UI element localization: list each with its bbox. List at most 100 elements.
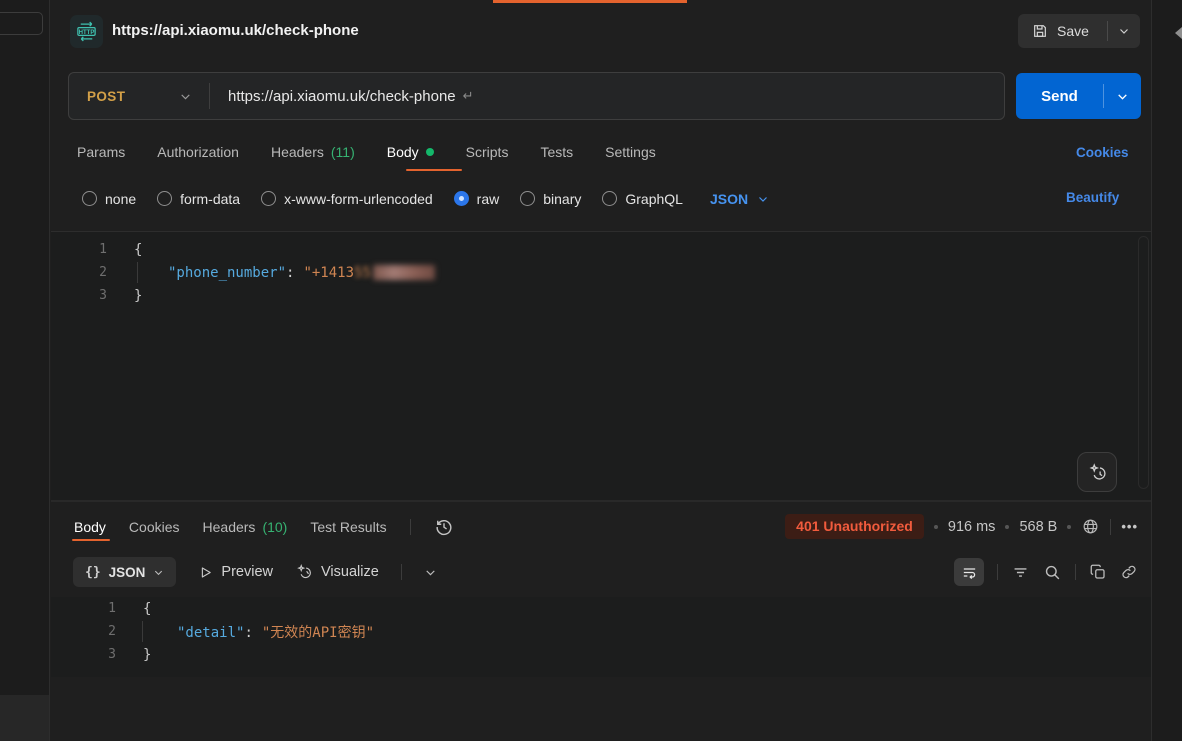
editor-scrollbar[interactable] — [1138, 236, 1149, 489]
response-history-button[interactable] — [434, 517, 454, 537]
response-tab-body[interactable]: Body — [74, 519, 106, 535]
format-options-dropdown[interactable] — [424, 566, 437, 579]
save-button-group: Save — [1018, 14, 1140, 48]
separator-dot — [1067, 525, 1071, 529]
body-type-none[interactable]: none — [82, 191, 136, 207]
radio-none[interactable] — [82, 191, 97, 206]
response-tab-test-results-label: Test Results — [310, 519, 386, 535]
app-window: HTTP https://api.xiaomu.uk/check-phone S… — [0, 0, 1182, 741]
copy-icon — [1089, 563, 1107, 581]
postbot-button[interactable] — [1077, 452, 1117, 492]
request-response-divider[interactable] — [51, 500, 1151, 502]
beautify-link[interactable]: Beautify — [1066, 190, 1119, 205]
response-status-bar: 401 Unauthorized 916 ms 568 B ••• — [785, 513, 1138, 540]
tab-scripts[interactable]: Scripts — [466, 144, 509, 160]
history-clock-icon — [434, 517, 454, 537]
sidebar-footer — [0, 695, 49, 741]
response-tab-cookies[interactable]: Cookies — [129, 519, 180, 535]
search-button[interactable] — [1043, 563, 1062, 582]
toolbar-divider — [1075, 564, 1076, 580]
request-body-editor[interactable]: 1 { 2 "phone_number":"+141355 3 } — [51, 231, 1151, 500]
body-type-form-data[interactable]: form-data — [157, 191, 240, 207]
body-type-binary[interactable]: binary — [520, 191, 581, 207]
tab-tests-label: Tests — [540, 144, 573, 160]
line-number: 1 — [51, 242, 107, 257]
code-line: 3 } — [51, 643, 1151, 666]
line-number: 3 — [51, 647, 116, 662]
body-modified-dot — [426, 148, 434, 156]
radio-form-data[interactable] — [157, 191, 172, 206]
postbot-sparkle-icon — [1087, 462, 1108, 483]
body-type-graphql[interactable]: GraphQL — [602, 191, 683, 207]
tab-headers[interactable]: Headers (11) — [271, 144, 355, 160]
preview-label: Preview — [221, 564, 273, 580]
sidebar-partial-item — [0, 12, 43, 35]
response-format-selector[interactable]: {} JSON — [73, 557, 176, 587]
link-button[interactable] — [1120, 563, 1138, 581]
body-type-options: none form-data x-www-form-urlencoded raw… — [82, 189, 769, 208]
response-tab-headers[interactable]: Headers (10) — [203, 519, 288, 535]
send-button[interactable]: Send — [1016, 88, 1103, 105]
response-tab-test-results[interactable]: Test Results — [310, 519, 386, 535]
tab-body[interactable]: Body — [387, 144, 434, 160]
body-type-graphql-label: GraphQL — [625, 191, 683, 207]
response-body-viewer[interactable]: 1 { 2 "detail":"无效的API密钥" 3 } — [51, 597, 1151, 677]
active-tab-underline — [406, 169, 462, 171]
body-type-x-www-form-urlencoded[interactable]: x-www-form-urlencoded — [261, 191, 433, 207]
word-wrap-button[interactable] — [954, 558, 984, 586]
tab-settings[interactable]: Settings — [605, 144, 656, 160]
tab-params[interactable]: Params — [77, 144, 125, 160]
cookies-link[interactable]: Cookies — [1076, 145, 1129, 160]
response-more-menu[interactable]: ••• — [1121, 519, 1138, 534]
radio-raw-selected[interactable] — [454, 191, 469, 206]
body-type-none-label: none — [105, 191, 136, 207]
code-text: { — [107, 242, 142, 258]
copy-button[interactable] — [1089, 563, 1107, 581]
http-method-icon: HTTP — [70, 15, 103, 48]
toolbar-divider — [401, 564, 402, 580]
response-tab-cookies-label: Cookies — [129, 519, 180, 535]
tab-authorization-label: Authorization — [157, 144, 239, 160]
json-key: "phone_number" — [168, 265, 286, 281]
code-text: "phone_number":"+141355 — [107, 265, 435, 281]
tab-scripts-label: Scripts — [466, 144, 509, 160]
body-type-x-www-label: x-www-form-urlencoded — [284, 191, 433, 207]
visualize-button[interactable]: Visualize — [295, 563, 379, 581]
tab-authorization[interactable]: Authorization — [157, 144, 239, 160]
send-button-group: Send — [1016, 73, 1141, 119]
method-selector[interactable]: POST — [69, 89, 209, 104]
search-icon — [1043, 563, 1062, 582]
code-text: } — [107, 288, 142, 304]
right-rail — [1151, 0, 1182, 741]
save-dropdown-button[interactable] — [1108, 25, 1140, 37]
save-button[interactable]: Save — [1018, 23, 1107, 39]
request-tabs: Params Authorization Headers (11) Body S… — [77, 141, 656, 163]
filter-button[interactable] — [1011, 563, 1030, 582]
response-active-tab-underline — [72, 539, 110, 541]
response-headers-count-badge: (10) — [262, 519, 287, 535]
indent-guide — [137, 262, 138, 283]
chevron-down-icon — [424, 566, 437, 579]
radio-graphql[interactable] — [602, 191, 617, 206]
response-time: 916 ms — [948, 519, 996, 535]
code-text: { — [116, 601, 151, 617]
code-line: 3 } — [51, 284, 1151, 307]
response-format-label: JSON — [109, 565, 146, 580]
collapse-arrow-icon[interactable] — [1175, 27, 1182, 39]
response-tabs: Body Cookies Headers (10) Test Results — [74, 516, 454, 538]
network-info-button[interactable] — [1081, 517, 1100, 536]
preview-button[interactable]: Preview — [198, 564, 273, 580]
body-type-raw[interactable]: raw — [454, 191, 500, 207]
radio-binary[interactable] — [520, 191, 535, 206]
send-dropdown-button[interactable] — [1104, 90, 1141, 103]
globe-icon — [1081, 517, 1100, 536]
radio-x-www-form-urlencoded[interactable] — [261, 191, 276, 206]
filter-icon — [1011, 563, 1030, 582]
tab-body-label: Body — [387, 144, 419, 160]
status-badge: 401 Unauthorized — [785, 514, 924, 539]
raw-language-selector[interactable]: JSON — [710, 191, 769, 207]
svg-text:HTTP: HTTP — [79, 30, 95, 36]
tab-tests[interactable]: Tests — [540, 144, 573, 160]
json-key: "detail" — [177, 625, 244, 641]
url-input[interactable]: https://api.xiaomu.uk/check-phone ↵ — [210, 88, 1004, 105]
